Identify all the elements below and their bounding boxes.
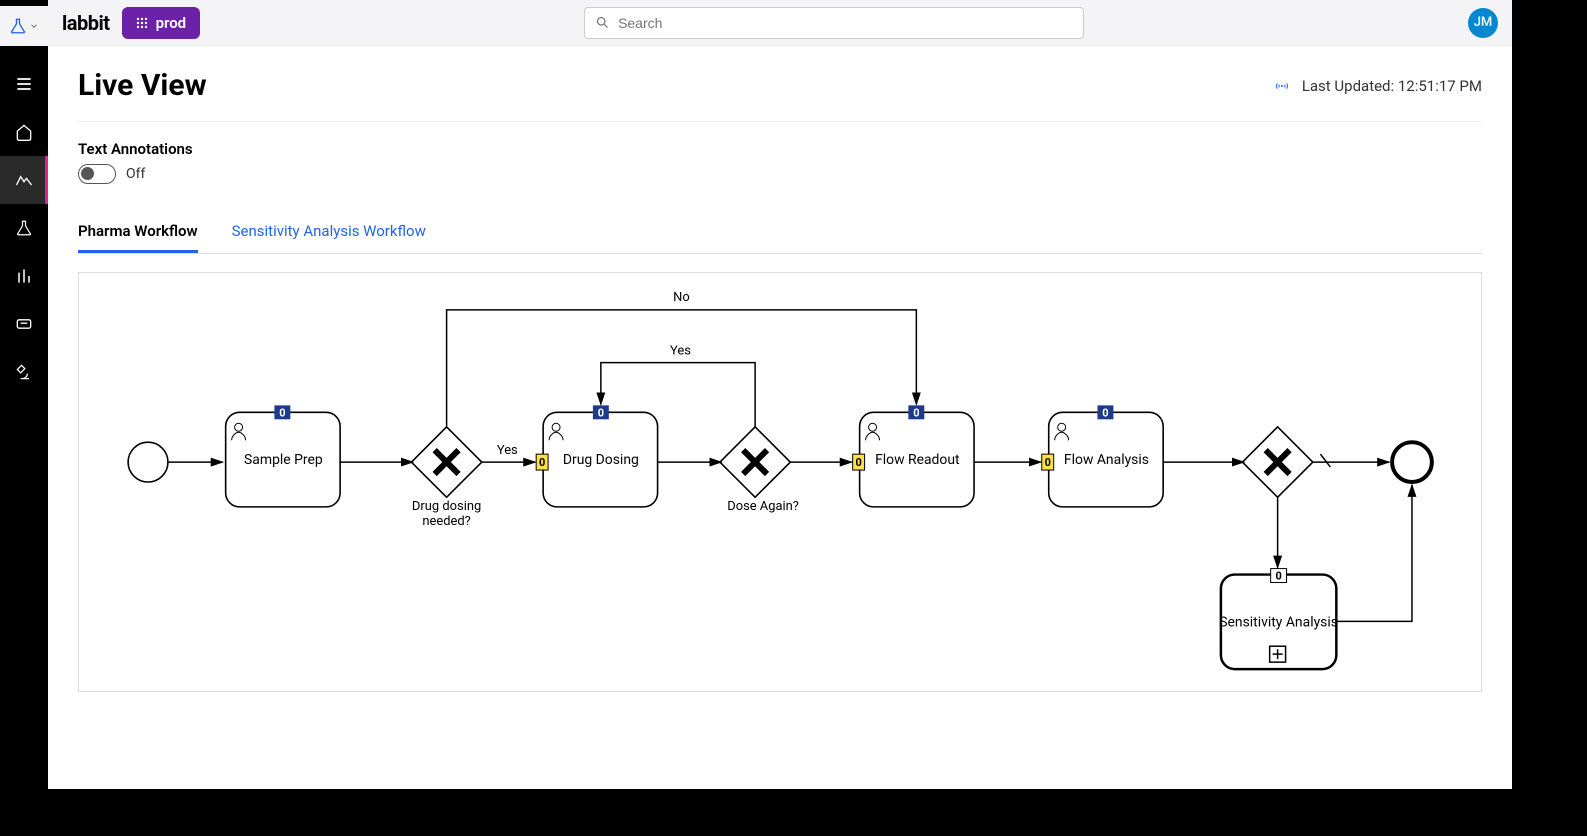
svg-text:Flow Analysis: Flow Analysis	[1064, 452, 1149, 468]
search-input[interactable]	[618, 15, 1073, 31]
brand-logo: labbit	[62, 11, 110, 35]
avatar[interactable]: JM	[1468, 8, 1498, 38]
end-event[interactable]	[1392, 442, 1432, 482]
grid-icon	[136, 17, 148, 29]
flask-icon	[9, 17, 27, 35]
sidebar-item-device[interactable]	[0, 300, 48, 348]
last-updated: Last Updated: 12:51:17 PM	[1274, 77, 1482, 95]
flow-sensitivity-end	[1336, 485, 1412, 621]
bpmn-diagram[interactable]: Sample Prep 0 Drug dosing needed?	[78, 272, 1482, 692]
svg-text:Sensitivity Analysis: Sensitivity Analysis	[1219, 614, 1338, 630]
annotations-state: Off	[126, 166, 145, 182]
svg-text:Drug dosing: Drug dosing	[412, 499, 481, 514]
annotations-toggle[interactable]	[78, 164, 116, 184]
gateway-drug-dosing-needed[interactable]: Drug dosing needed?	[411, 427, 481, 529]
broadcast-icon	[1274, 78, 1290, 94]
svg-text:Yes: Yes	[670, 344, 691, 359]
chevron-down-icon	[29, 21, 39, 31]
device-icon	[14, 314, 34, 334]
svg-text:No: No	[673, 290, 690, 305]
svg-text:Yes: Yes	[497, 443, 518, 458]
svg-text:Drug Dosing: Drug Dosing	[563, 452, 639, 468]
last-updated-text: Last Updated: 12:51:17 PM	[1302, 77, 1482, 95]
page-title: Live View	[78, 68, 207, 103]
tab-sensitivity-workflow[interactable]: Sensitivity Analysis Workflow	[232, 214, 426, 253]
env-label: prod	[156, 14, 187, 32]
task-sensitivity-analysis[interactable]: Sensitivity Analysis 0	[1219, 569, 1338, 670]
svg-text:0: 0	[1275, 570, 1281, 583]
workflow-icon	[14, 170, 34, 190]
sidebar-item-menu[interactable]	[0, 60, 48, 108]
sidebar-item-data[interactable]	[0, 252, 48, 300]
start-event[interactable]	[128, 442, 168, 482]
flask-icon	[15, 219, 33, 237]
search-icon	[595, 15, 610, 30]
svg-text:0: 0	[539, 456, 545, 469]
svg-text:0: 0	[855, 456, 861, 469]
menu-icon	[14, 74, 34, 94]
flow-gw1-no	[447, 310, 917, 427]
home-icon	[14, 122, 34, 142]
svg-text:0: 0	[913, 406, 919, 419]
svg-text:Dose Again?: Dose Again?	[727, 499, 799, 514]
annotations-label: Text Annotations	[78, 140, 1482, 158]
microscope-icon	[14, 362, 34, 382]
task-sample-prep[interactable]: Sample Prep 0	[226, 405, 340, 507]
svg-text:0: 0	[1045, 456, 1051, 469]
svg-text:0: 0	[598, 406, 604, 419]
svg-text:0: 0	[1102, 406, 1108, 419]
task-drug-dosing[interactable]: Drug Dosing 0 0	[536, 405, 657, 507]
gateway-dose-again[interactable]: Dose Again?	[720, 427, 799, 514]
sidebar-item-lab[interactable]	[0, 204, 48, 252]
svg-text:Sample Prep: Sample Prep	[244, 452, 323, 468]
bars-icon	[14, 266, 34, 286]
tab-pharma-workflow[interactable]: Pharma Workflow	[78, 214, 198, 253]
task-flow-readout[interactable]: Flow Readout 0 0	[853, 405, 974, 507]
topbar: labbit prod JM	[48, 0, 1512, 46]
env-badge[interactable]: prod	[122, 7, 201, 39]
default-flow-marker	[1320, 454, 1330, 467]
sidebar-item-tool[interactable]	[0, 348, 48, 396]
gateway-merge[interactable]	[1242, 427, 1312, 497]
svg-text:Flow Readout: Flow Readout	[875, 452, 960, 468]
sidebar-item-workflow[interactable]	[0, 156, 48, 204]
sidebar-item-home[interactable]	[0, 108, 48, 156]
svg-text:0: 0	[279, 406, 285, 419]
sidebar-context-switcher[interactable]	[0, 6, 48, 46]
sidebar	[0, 0, 48, 789]
task-flow-analysis[interactable]: Flow Analysis 0 0	[1042, 405, 1163, 507]
search-input-container[interactable]	[584, 7, 1084, 39]
workflow-tabs: Pharma Workflow Sensitivity Analysis Wor…	[78, 214, 1482, 254]
svg-text:needed?: needed?	[422, 514, 470, 529]
